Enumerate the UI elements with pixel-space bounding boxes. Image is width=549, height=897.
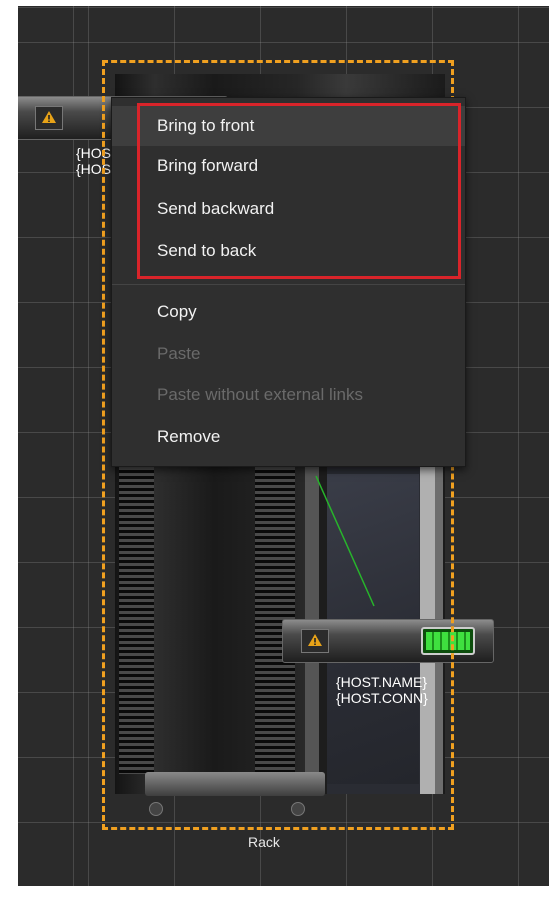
menu-separator — [112, 284, 465, 285]
menu-item-remove[interactable]: Remove — [112, 417, 465, 457]
context-menu: Bring to front Bring forward Send backwa… — [111, 97, 466, 467]
rack-label: Rack — [248, 834, 280, 850]
menu-item-send-backward[interactable]: Send backward — [112, 189, 465, 229]
warning-icon — [35, 106, 63, 130]
menu-item-bring-to-front[interactable]: Bring to front — [112, 106, 465, 146]
menu-item-paste: Paste — [157, 344, 201, 363]
menu-item-copy[interactable]: Copy — [112, 292, 465, 332]
menu-item-paste-without-links: Paste without external links — [157, 385, 363, 404]
menu-item-send-to-back[interactable]: Send to back — [112, 231, 465, 271]
menu-item-bring-forward[interactable]: Bring forward — [112, 146, 465, 186]
